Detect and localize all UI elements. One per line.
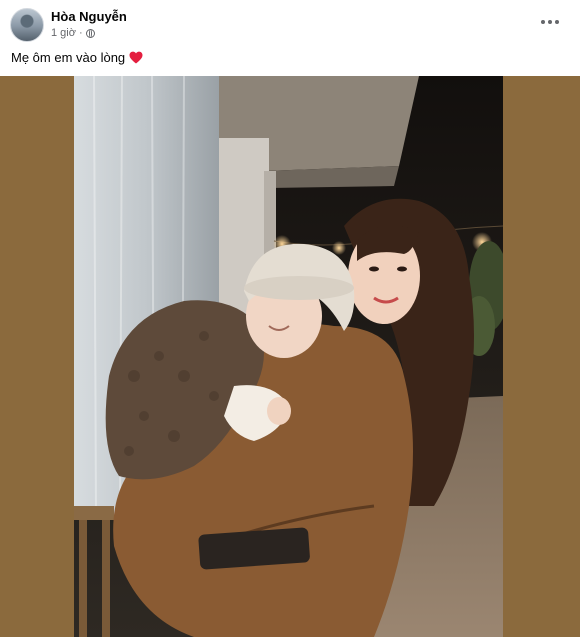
post-caption: Mẹ ôm em vào lòng: [11, 50, 143, 65]
post-header: Hòa Nguyễn 1 giờ · Mẹ ôm em vào lòng: [0, 0, 580, 76]
more-options-icon[interactable]: [536, 12, 564, 32]
post-photo[interactable]: [74, 76, 503, 637]
author-name[interactable]: Hòa Nguyễn: [51, 9, 127, 24]
red-heart-icon: [129, 51, 143, 64]
post-meta: 1 giờ ·: [51, 27, 95, 39]
author-avatar[interactable]: [10, 8, 44, 42]
photo-illustration: [74, 76, 503, 637]
post-media[interactable]: [0, 76, 580, 637]
facebook-post: Hòa Nguyễn 1 giờ · Mẹ ôm em vào lòng: [0, 0, 580, 637]
meta-separator: ·: [78, 27, 83, 39]
caption-text: Mẹ ôm em vào lòng: [11, 50, 126, 65]
globe-icon[interactable]: [85, 28, 95, 38]
post-time[interactable]: 1 giờ: [51, 27, 76, 39]
